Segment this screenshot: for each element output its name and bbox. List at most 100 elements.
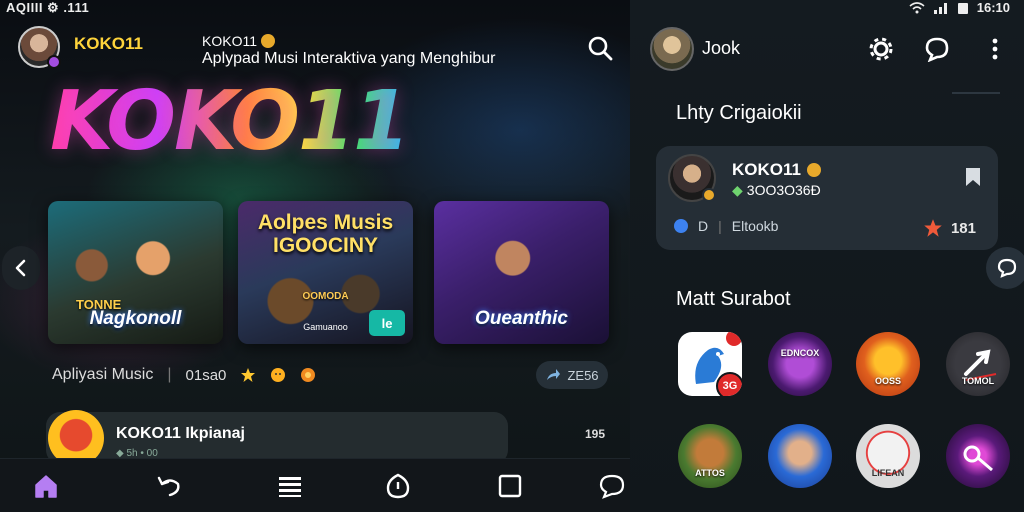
app-avatar[interactable] [18,26,61,69]
app-name: KOKO11 [74,34,143,53]
app-icon[interactable]: EDNCOX [768,332,832,396]
carousel-card-2[interactable]: Aolpes Musis IGOOCINY OOMODA Gamuanoo le [238,201,413,344]
app-icon[interactable] [946,424,1010,488]
app-icon[interactable]: 3G [678,332,742,396]
chat-icon [925,37,949,63]
header-title-text: KOKO11 [202,33,257,49]
nav-list[interactable] [276,472,304,500]
list-item[interactable]: KOKO11 Ikpianaj ◆ 5h • 00 [46,410,508,466]
featured-rating-value: 181 [950,219,976,237]
profile-avatar[interactable] [650,27,694,71]
divider [952,92,1000,94]
wifi-icon [909,1,925,13]
chat-icon [599,474,625,499]
main-panel: AQIIII ⚙ .111 KOKO11 KOKO11 Aplypad Musi… [0,0,630,512]
coin-icon [261,34,275,48]
app-label: LIFEAN [871,468,905,478]
coin-icon [301,368,316,382]
arrow-icon [964,349,997,381]
info-label: Apliyasi Music [52,366,154,383]
app-label: ATTOS [695,468,725,478]
nav-chat[interactable] [598,472,626,500]
info-row: Apliyasi Music | 01sa0 [52,366,316,384]
featured-avatar [668,154,716,202]
settings-icon [869,37,893,61]
nav-back[interactable] [156,472,184,500]
nav-home[interactable] [32,472,60,500]
chat-icon [997,258,1017,278]
share-arrow-icon [547,369,561,380]
share-button[interactable]: ZE56 [536,361,608,389]
featured-separator: | [718,218,722,234]
battery-icon [957,2,968,14]
app-label: TOMOL [961,376,995,386]
avatar-badge [702,188,716,202]
nav-square[interactable] [496,472,524,500]
settings-button[interactable] [868,36,894,62]
carousel-prev-button[interactable] [2,246,40,290]
avatar-badge [47,55,61,69]
bottom-nav [0,458,630,512]
list-icon [279,477,301,497]
list-item-count: 195 [585,427,606,441]
card-title: Aolpes Musis IGOOCINY [257,211,394,257]
list-item-title: KOKO11 Ikpianaj [116,425,245,442]
card-pill[interactable]: le [369,310,405,336]
app-icon[interactable]: OOSS [856,332,920,396]
back-arrow-icon [157,476,180,497]
app-label: OOSS [874,376,901,386]
featured-card[interactable]: KOKO11 ◆ 3OO3O36Ð D | Eltookb 181 [656,146,998,250]
card-title: Nagkonoll [89,308,182,329]
chat-button[interactable] [924,36,950,63]
floating-chat-button[interactable] [986,247,1024,289]
side-panel: 16:10 Jook Lhty Crigaiokii KOKO11 ◆ 3OO3O… [630,0,1024,512]
search-button[interactable] [586,34,614,62]
profile-name: Jook [702,38,741,58]
blue-dot-icon [674,219,688,233]
app-icon[interactable]: ATTOS [678,424,742,488]
star-icon [241,368,256,382]
app-icon[interactable]: TOMOL [946,332,1010,396]
app-icon[interactable] [768,424,832,488]
card-subtitle: OOMODA [302,291,349,302]
gem-icon: ◆ [732,182,743,198]
card-title: Oueanthic [475,308,568,329]
emoji-icon [271,368,286,382]
section-title: Matt Surabot [676,288,791,310]
status-time: 16:10 [976,0,1010,15]
signal-icon [933,2,947,14]
compass-icon [386,473,410,499]
search-icon [588,36,613,61]
info-count: 01sa0 [185,366,227,384]
app-label: EDNCOX [780,348,820,358]
featured-code: 3OO3O36Ð [746,182,821,198]
featured-foot-label: Eltookb [731,218,779,234]
share-count: ZE56 [567,367,599,383]
featured-rating: 181 [923,218,976,238]
chevron-left-icon [15,259,26,277]
section-title: Lhty Crigaiokii [676,102,802,124]
status-bar-right: 16:10 [909,0,1010,15]
nav-compass[interactable] [384,472,412,500]
home-icon [35,475,57,498]
featured-footer: D | Eltookb [674,218,778,234]
info-separator: | [167,366,172,383]
hero-logo: KOKO11 [50,74,410,169]
notification-badge: 3G [716,372,742,396]
app-icon[interactable]: LIFEAN [856,424,920,488]
carousel-card-1[interactable]: TONNE Nagkonoll [48,201,223,344]
square-icon [498,474,522,498]
bookmark-icon[interactable] [964,166,982,188]
verified-icon [806,163,821,177]
featured-foot-mid: D [698,218,709,234]
featured-code-row: ◆ 3OO3O36Ð [732,182,821,199]
header-subtitle: Aplypad Musi Interaktiva yang Menghibur [202,50,496,67]
more-button[interactable] [982,36,1008,62]
key-icon [963,445,993,472]
more-vertical-icon [992,38,998,60]
status-bar-left: AQIIII ⚙ .111 [6,0,90,15]
featured-name-text: KOKO11 [732,160,801,179]
star-icon [924,219,942,237]
header-title: KOKO11 [202,33,275,49]
carousel-card-3[interactable]: Oueanthic [434,201,609,344]
